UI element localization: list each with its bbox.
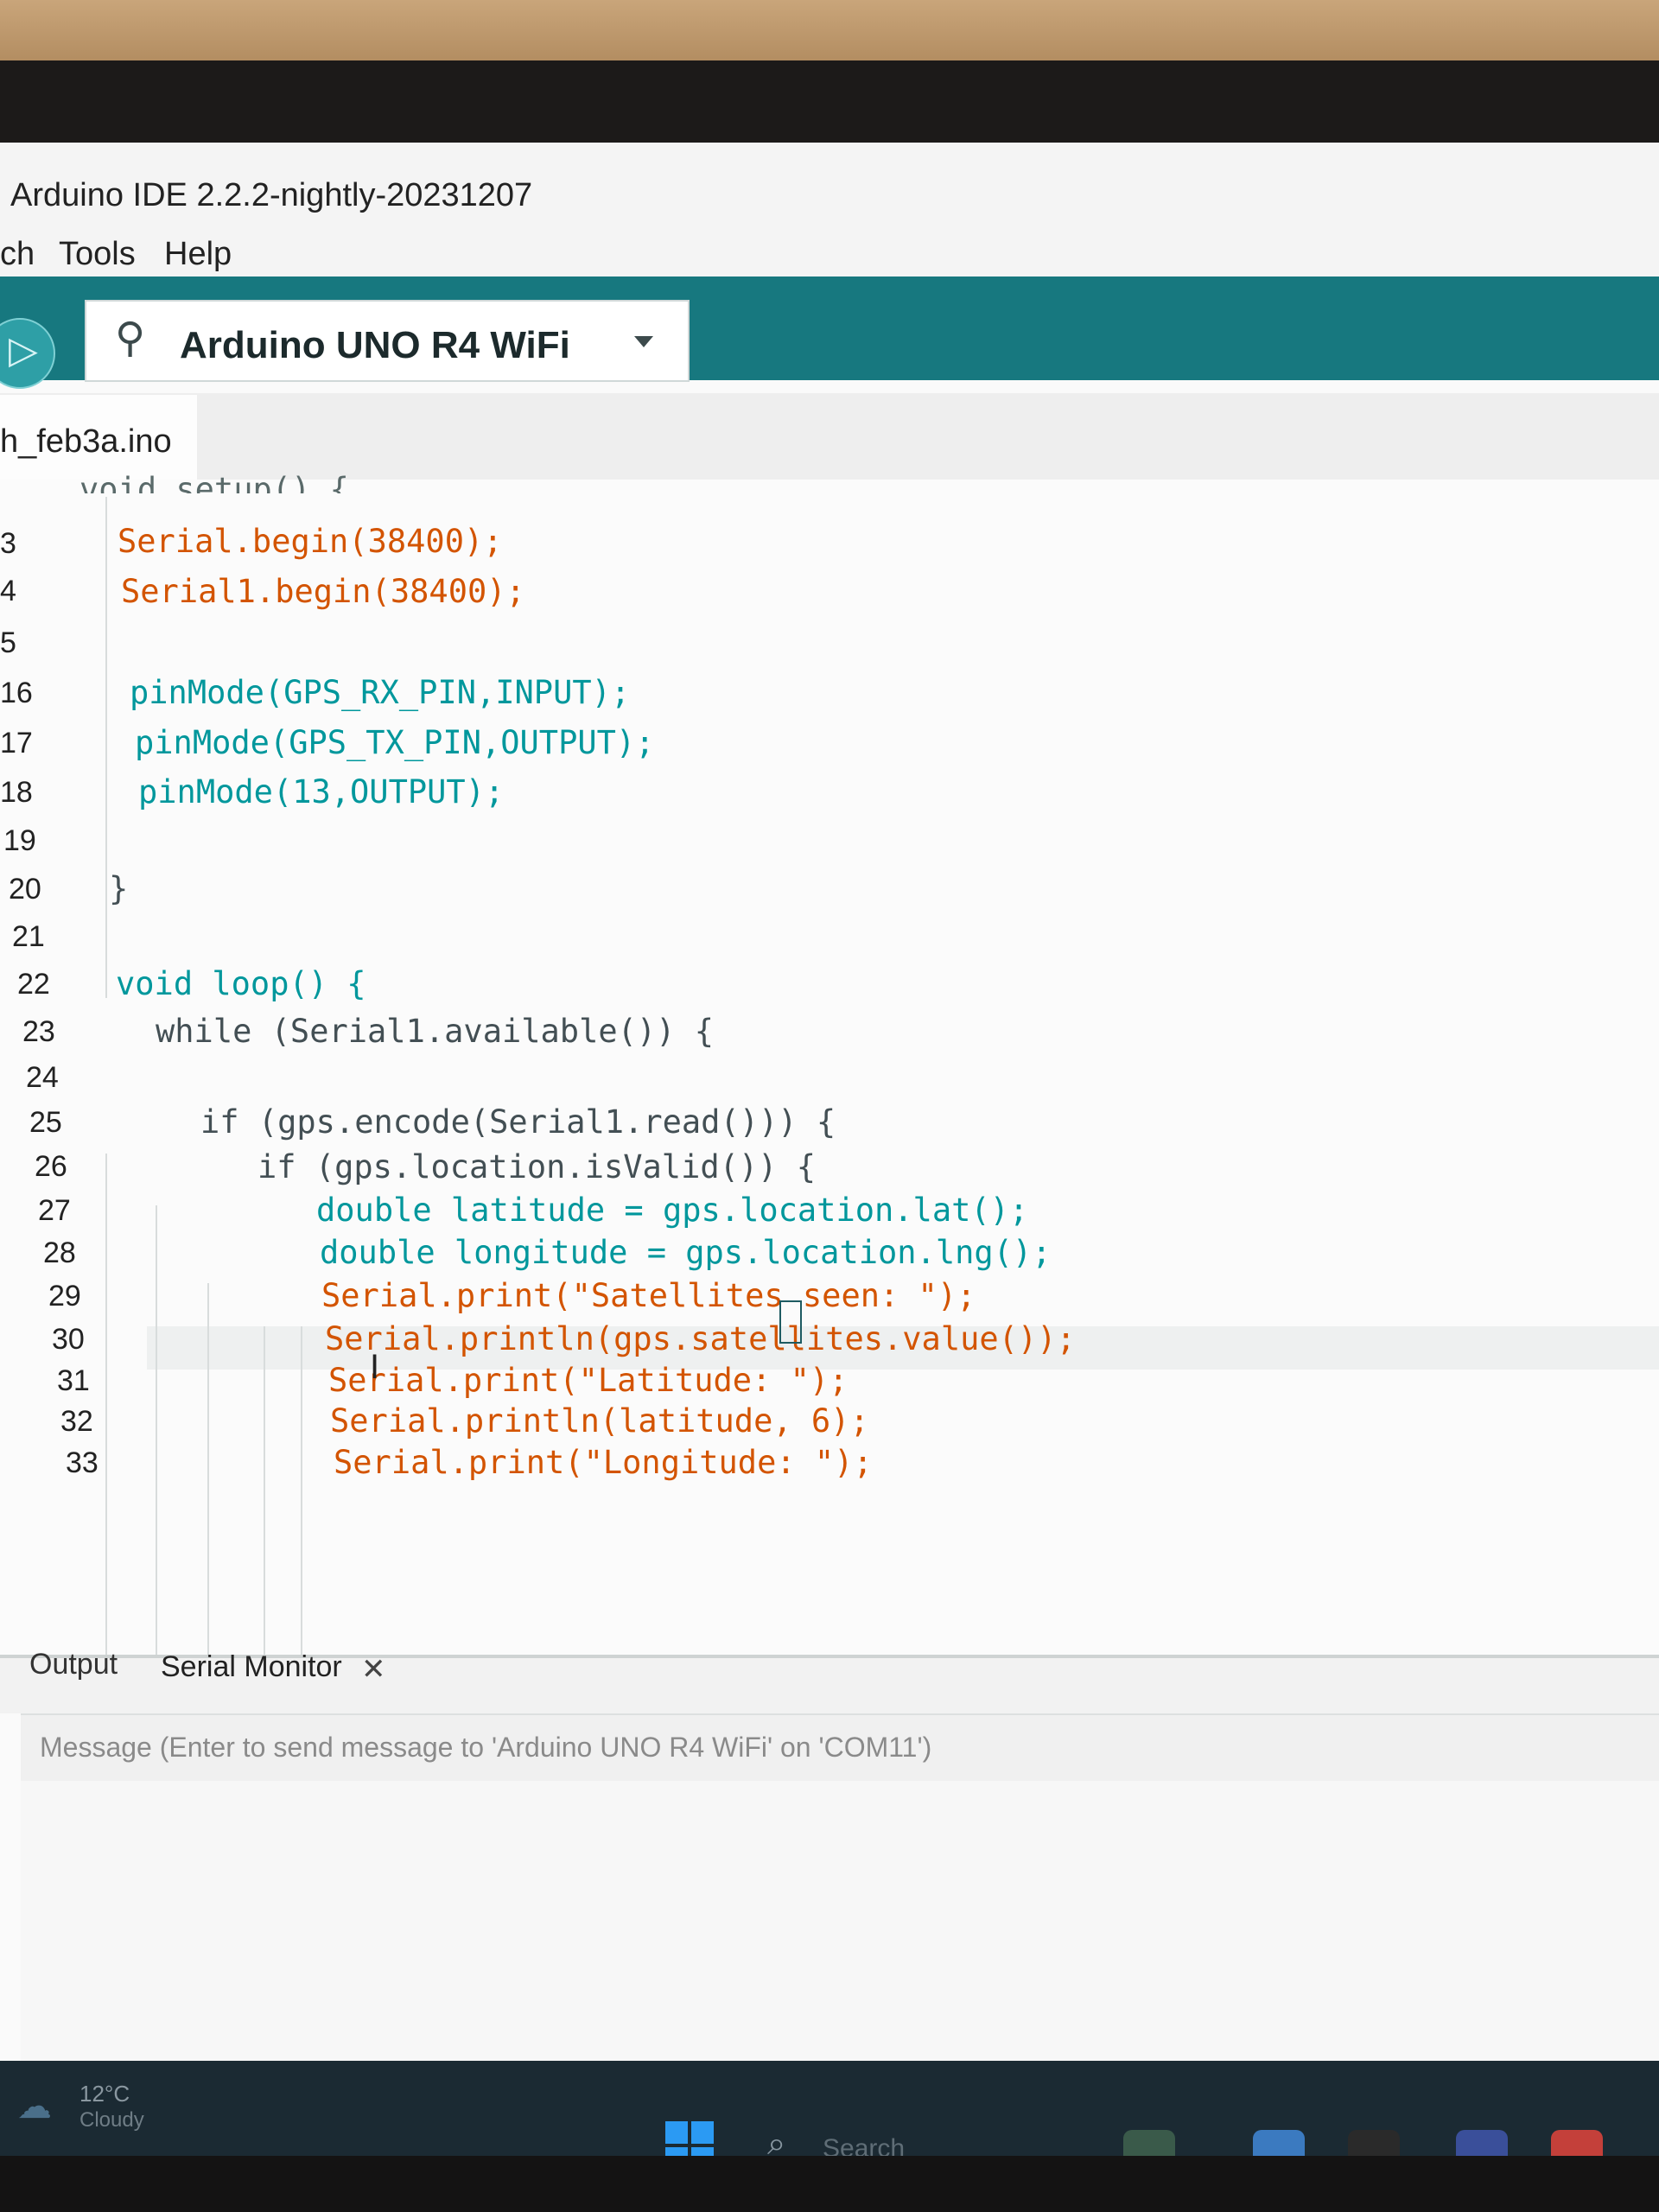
indent-guide [264,1326,265,1655]
menu-bar: ch Tools Help [0,220,1659,276]
line-number: 24 [26,1061,59,1094]
text-cursor-icon: I [370,1348,380,1386]
weather-temperature: 12°C [79,2081,130,2107]
close-icon[interactable]: ✕ [361,1652,386,1687]
code-line: } [109,870,129,907]
line-number: 18 [0,776,33,809]
menu-sketch[interactable]: ch [0,236,35,273]
tab-output[interactable]: Output [29,1648,118,1681]
background-wall [0,0,1659,69]
code-line: Serial.print("Satellites seen: "); [321,1277,976,1314]
line-number: 16 [0,677,33,709]
code-line: pinMode(GPS_TX_PIN,OUTPUT); [135,724,655,761]
line-number: 23 [22,1015,55,1048]
line-number: 33 [66,1446,99,1479]
line-number: 4 [0,575,16,607]
menu-help[interactable]: Help [164,236,232,273]
code-line: double longitude = gps.location.lng(); [320,1234,1052,1271]
code-line: if (gps.location.isValid()) { [257,1148,817,1185]
code-line: pinMode(GPS_RX_PIN,INPUT); [130,674,631,711]
code-line: Serial1.begin(38400); [121,573,525,610]
line-number: 5 [0,626,16,659]
line-number: 26 [35,1150,67,1183]
tab-sketch-file-label: h_feb3a.ino [0,423,172,460]
board-name: Arduino UNO R4 WiFi [180,324,570,366]
line-number: 31 [57,1364,90,1397]
line-number: 20 [9,873,41,906]
weather-description: Cloudy [79,2108,144,2132]
code-line: while (Serial1.available()) { [156,1013,715,1050]
line-number: 32 [60,1405,93,1438]
line-number: 21 [12,920,45,953]
serial-message-input[interactable] [38,1713,1251,1781]
line-number: 27 [38,1194,71,1227]
monitor-bottom-bezel [0,2156,1659,2212]
code-line: Serial.begin(38400); [118,523,503,560]
code-line: Serial.println(latitude, 6); [330,1402,869,1440]
bracket-match-highlight [779,1300,802,1344]
indent-guide [156,1205,157,1655]
cloud-icon[interactable]: ☁ [17,2087,52,2126]
line-number: 30 [52,1323,85,1356]
chevron-down-icon[interactable] [634,336,653,347]
screen: Arduino IDE 2.2.2-nightly-20231207 ch To… [0,143,1659,2156]
menu-tools[interactable]: Tools [59,236,136,273]
code-line-partial: void setup() { [79,471,349,493]
line-number: 19 [3,824,36,857]
indent-guide [207,1283,209,1655]
line-number: 29 [48,1280,81,1313]
line-number: 25 [29,1106,62,1139]
code-line: Serial.print("Latitude: "); [328,1362,849,1399]
usb-icon: ⚲ [115,315,146,361]
upload-arrow-icon: ▷ [9,329,38,372]
code-editor[interactable] [0,480,1659,1663]
indent-guide [301,1326,302,1655]
code-line: Serial.print("Longitude: "); [334,1444,873,1481]
title-bar: Arduino IDE 2.2.2-nightly-20231207 [0,143,1659,220]
line-number: 28 [43,1236,76,1269]
code-line: void loop() { [116,965,366,1002]
monitor-bezel [0,60,1659,147]
tab-serial-monitor[interactable]: Serial Monitor [161,1650,342,1684]
indent-guide [105,497,107,998]
code-line: pinMode(13,OUTPUT); [138,773,505,810]
line-number: 3 [0,527,16,560]
window-title: Arduino IDE 2.2.2-nightly-20231207 [10,177,533,213]
file-tab-strip [0,393,1659,480]
line-number: 17 [0,727,33,760]
code-line: double latitude = gps.location.lat(); [316,1192,1029,1229]
code-line: if (gps.encode(Serial1.read())) { [200,1103,836,1141]
code-line: Serial.println(gps.satellites.value()); [325,1320,1076,1357]
indent-guide [105,1154,107,1655]
line-number: 22 [17,968,50,1001]
